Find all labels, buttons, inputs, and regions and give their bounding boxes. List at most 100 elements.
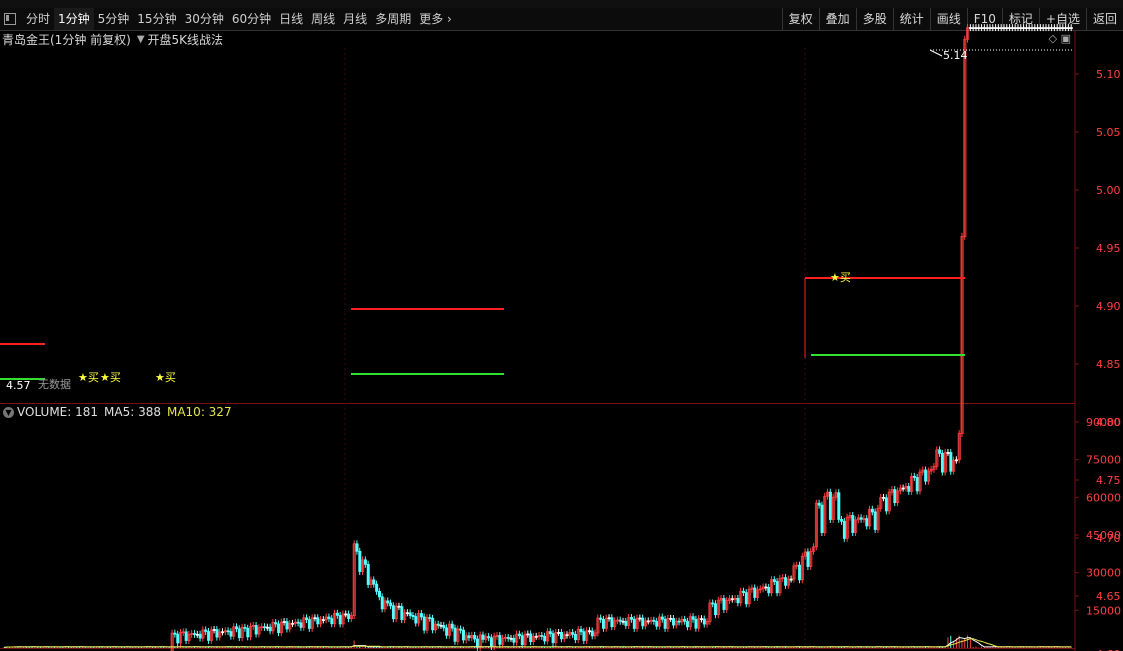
candle-body (711, 602, 715, 605)
candle-body (453, 627, 457, 642)
price-tick-label-3: 4.95 (1096, 242, 1121, 255)
candle-body (459, 628, 463, 631)
volume-tick-label-2: 60000 (1086, 491, 1121, 504)
candle-body (1041, 27, 1045, 30)
candle-body (327, 616, 331, 620)
candle-body (599, 617, 603, 620)
candle-body (243, 626, 247, 629)
candle-body (1010, 27, 1014, 30)
candle-body (338, 615, 342, 625)
candle-body (571, 632, 575, 635)
candle-body (321, 619, 325, 621)
candle-body (982, 27, 986, 30)
candle-body (355, 543, 359, 552)
signal-levels: 5.14 4.57 (0, 49, 1073, 392)
candle-body (193, 633, 197, 635)
candle-body (540, 635, 544, 637)
candle-body (534, 635, 538, 638)
candle-body (1058, 27, 1062, 30)
candle-body (305, 617, 309, 621)
ma5-value: MA5: 388 (104, 405, 161, 419)
candle-body (655, 620, 659, 627)
candle-body (985, 27, 989, 30)
candle-body (436, 623, 440, 626)
volume-tick-label-0: 90000 (1086, 416, 1121, 429)
candle-body (1033, 27, 1037, 30)
candle-body (411, 615, 415, 618)
candle-body (246, 627, 250, 638)
candle-body (498, 635, 502, 645)
candle-body (837, 492, 841, 520)
candle-body (274, 622, 278, 625)
candle-body (1022, 27, 1026, 30)
candle-body (618, 619, 622, 622)
candle-body (940, 452, 944, 473)
candle-body (520, 635, 524, 646)
candle-body (509, 637, 513, 640)
candle-body (828, 491, 832, 520)
candle-body (195, 633, 199, 636)
candle-body (798, 564, 802, 581)
candle-body (207, 631, 211, 641)
candle-body (789, 578, 793, 581)
volume-tick-label-3: 45000 (1086, 529, 1121, 542)
candle-body (428, 617, 432, 619)
candle-body (817, 502, 821, 506)
candle-body (176, 633, 180, 644)
candle-body (1030, 27, 1034, 30)
candle-body (526, 633, 530, 636)
candle-body (363, 559, 367, 565)
candle-body (358, 550, 362, 572)
candle-body (893, 489, 897, 504)
candle-body (582, 631, 586, 641)
candle-body (1002, 27, 1006, 30)
candle-body (450, 623, 454, 629)
candle-body (316, 617, 320, 625)
candle-body (467, 635, 471, 639)
candle-body (873, 511, 877, 530)
candle-body (431, 617, 435, 631)
candle-body (548, 631, 552, 635)
candle-body (344, 613, 348, 616)
candle-body (641, 617, 645, 627)
candle-body (602, 618, 606, 629)
price-tick-label-1: 5.05 (1096, 126, 1121, 139)
candle-body (1024, 27, 1028, 30)
candle-body (1061, 27, 1065, 30)
candle-body (299, 622, 303, 628)
candle-body (198, 633, 202, 639)
candle-body (590, 630, 594, 637)
candle-body (229, 631, 233, 637)
no-data-label: 无数据 (38, 377, 71, 391)
indicator-toggle-icon[interactable]: ▼ (3, 406, 14, 418)
candle-body (588, 630, 592, 633)
candle-body (475, 638, 479, 648)
candle-body (282, 621, 286, 623)
candle-body (1052, 27, 1056, 30)
candlestick-series (170, 24, 1073, 651)
candle-body (938, 449, 942, 454)
candle-body (347, 613, 351, 620)
candle-body (691, 616, 695, 620)
candle-body (663, 618, 667, 629)
candle-body (212, 629, 216, 631)
candle-body (915, 477, 919, 492)
candle-body (865, 518, 869, 527)
candle-body (621, 620, 625, 623)
candle-body (767, 586, 771, 594)
candle-body (557, 632, 561, 634)
candle-body (991, 27, 995, 30)
candle-body (372, 579, 376, 585)
kline-chart[interactable]: 5.144.57 ★买 ★买 ★买★买无数据 5.105.055.004.954.9… (0, 0, 1123, 651)
candle-body (660, 616, 664, 620)
candle-body (700, 618, 704, 621)
candle-body (870, 508, 874, 513)
candle-body (1036, 27, 1040, 30)
candle-body (1027, 27, 1031, 30)
candle-body (1038, 27, 1042, 30)
candle-body (296, 621, 300, 624)
candle-body (1055, 27, 1059, 30)
candle-body (851, 515, 855, 533)
candle-body (610, 617, 614, 628)
candle-body (277, 623, 281, 634)
